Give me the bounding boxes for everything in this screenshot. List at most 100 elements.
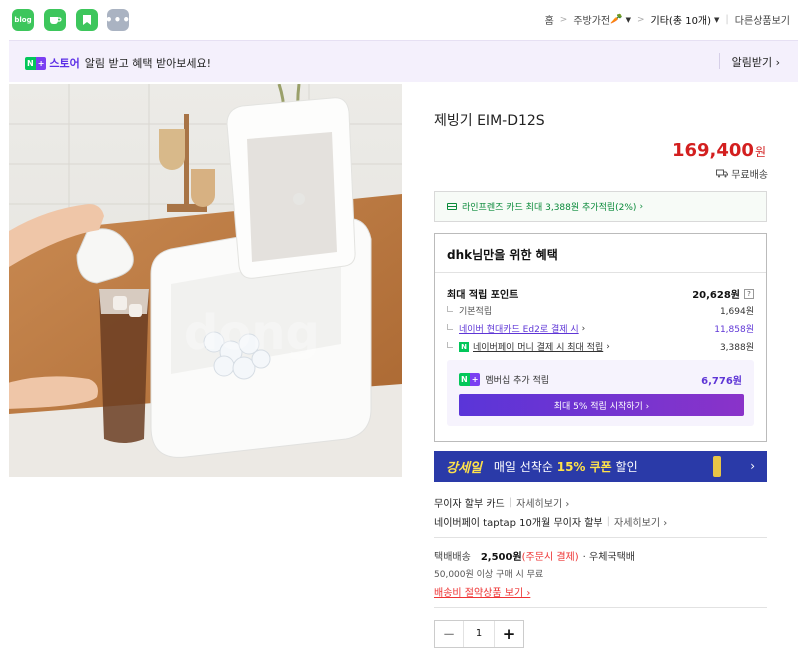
breadcrumb-count: (총 10개) (668, 16, 712, 27)
membership-panel: N + 멤버십 추가 적립 6,776원 최대 5% 적립 시작하기 › (447, 360, 754, 426)
personal-benefit-box: dhk님만을 위한 혜택 최대 적립 포인트 20,628원? 기본적립 1,6… (434, 233, 767, 442)
max-points-label: 최대 적립 포인트 (447, 290, 519, 301)
benefit-row-basic: 기본적립 1,694원 (447, 304, 754, 317)
breadcrumb-category[interactable]: 주방가전 (573, 12, 610, 27)
chevron-down-icon[interactable]: ▼ (626, 16, 631, 24)
quantity-input[interactable]: 1 (463, 621, 495, 647)
delivery-fee-note: (주문시 결제) (521, 552, 579, 563)
product-price: 169,400원 (672, 140, 766, 161)
quantity-stepper: − 1 + (434, 620, 524, 648)
chevron-right-icon: › (750, 459, 755, 473)
installment-row: 네이버페이 taptap 10개월 무이자 할부 | 자세히보기 › (434, 514, 667, 529)
installment-label: 네이버페이 taptap 10개월 무이자 할부 (434, 518, 603, 529)
shipping-saving-link[interactable]: 배송비 절약상품 보기 › (434, 584, 530, 599)
shipping-tag-label: 무료배송 (731, 170, 768, 181)
promo-logo: 강세일 (446, 461, 482, 476)
breadcrumb-home[interactable]: 홈 (545, 12, 554, 27)
free-shipping-condition: 50,000원 이상 구매 시 무료 (434, 570, 544, 580)
more-label: ••• (105, 13, 132, 27)
installment-detail-link[interactable]: 자세히보기 › (614, 514, 667, 529)
benefit-row-label[interactable]: 네이버페이 머니 결제 시 최대 적립 (473, 340, 603, 353)
npay-logo: N + (25, 56, 47, 70)
benefit-row-value: 3,388원 (719, 343, 754, 353)
max-points-value: 20,628원 (692, 290, 740, 301)
n-badge: N (25, 56, 36, 70)
help-icon[interactable]: ? (744, 288, 754, 299)
alarm-message: 알림 받고 혜택 받아보세요! (84, 57, 211, 70)
divider (434, 537, 767, 538)
promo-message: 매일 선착순 15% 쿠폰 할인 (494, 458, 638, 475)
membership-row: N + 멤버십 추가 적립 6,776원 (459, 372, 742, 387)
cup-icon (50, 17, 62, 24)
tree-branch-icon (447, 305, 453, 312)
divider: | (606, 516, 611, 527)
tree-branch-icon (447, 341, 453, 348)
product-title: 제빙기 EIM-D12S (434, 113, 545, 129)
benefit-row-card[interactable]: 네이버 현대카드 Ed2로 결제 시 › 11,858원 (447, 322, 754, 335)
promo-banner[interactable]: 강세일 매일 선착순 15% 쿠폰 할인 › (434, 451, 767, 482)
ice-maker-photo: dong (9, 84, 402, 477)
chevron-down-icon[interactable]: ▼ (714, 16, 719, 24)
top-bar: blog ••• 홈 > 주방가전 🥕 ▼ > 기타 (총 10개) ▼ | 다… (0, 0, 800, 38)
benefit-row-value: 1,694원 (719, 307, 754, 317)
benefit-row-value: 11,858원 (714, 325, 754, 335)
divider (435, 272, 766, 273)
credit-card-icon (447, 203, 457, 210)
promo-message-post: 할인 (611, 460, 638, 474)
benefit-row-label[interactable]: 네이버 현대카드 Ed2로 결제 시 (459, 322, 579, 335)
benefit-row-npay[interactable]: N 네이버페이 머니 결제 시 최대 적립 › 3,388원 (447, 340, 754, 353)
price-currency: 원 (754, 145, 766, 159)
other-products-link[interactable]: 다른상품보기 (735, 12, 790, 27)
max-points-row: 최대 적립 포인트 20,628원? (447, 286, 754, 301)
store-alarm-text: N + 스토어 알림 받고 혜택 받아보세요! (25, 55, 211, 71)
alarm-button-label: 알림받기 (731, 56, 773, 69)
card-benefit-text: 라인프렌즈 카드 최대 3,388원 추가적립(2%) (462, 203, 637, 213)
breadcrumb-subcategory[interactable]: 기타 (651, 12, 669, 27)
chevron-right-icon: › (639, 201, 644, 212)
breadcrumb-separator: > (636, 14, 645, 25)
bookmark-share-icon[interactable] (76, 9, 98, 31)
chevron-right-icon: › (775, 56, 780, 69)
carrot-icon: 🥕 (610, 14, 623, 25)
divider: | (725, 14, 729, 25)
delivery-fee: 2,500원 (480, 552, 522, 563)
plus-badge: + (35, 56, 47, 70)
promo-message-highlight: 15% 쿠폰 (556, 460, 612, 474)
promo-message-pre: 매일 선착순 (493, 460, 557, 474)
card-benefit-link[interactable]: 라인프렌즈 카드 최대 3,388원 추가적립(2%) › (434, 191, 767, 222)
n-badge: N (459, 373, 470, 386)
npay-icon: N (459, 341, 469, 352)
membership-start-button[interactable]: 최대 5% 적립 시작하기 › (459, 394, 744, 416)
svg-text:dong: dong (184, 305, 320, 361)
blog-share-icon[interactable]: blog (12, 9, 34, 31)
blog-label: blog (14, 16, 32, 24)
quantity-plus-button[interactable]: + (495, 621, 523, 647)
truck-icon (716, 169, 729, 178)
benefit-heading: dhk님만을 위한 혜택 (447, 248, 558, 262)
delivery-info: 택배배송 2,500원 (주문시 결제) · 우체국택배 (434, 548, 635, 563)
shipping-tag: 무료배송 (716, 166, 768, 181)
installment-detail-link[interactable]: 자세히보기 › (516, 495, 569, 510)
breadcrumb-separator: > (559, 14, 568, 25)
tree-branch-icon (447, 323, 453, 330)
installment-row: 무이자 할부 카드 | 자세히보기 › (434, 495, 569, 510)
plus-badge: + (469, 373, 481, 386)
alarm-subscribe-button[interactable]: 알림받기 › (732, 54, 780, 70)
divider: | (508, 497, 513, 508)
installment-label: 무이자 할부 카드 (434, 499, 505, 510)
price-value: 169,400 (671, 140, 754, 161)
delivery-label: 택배배송 (434, 552, 471, 563)
membership-label: 멤버십 추가 적립 (485, 376, 550, 386)
bookmark-icon (83, 15, 91, 25)
divider (434, 607, 767, 608)
delivery-mode: · 우체국택배 (582, 552, 635, 563)
bottle-icon (713, 456, 721, 477)
breadcrumb: 홈 > 주방가전 🥕 ▼ > 기타 (총 10개) ▼ | 다른상품보기 (545, 12, 790, 27)
quantity-minus-button[interactable]: − (435, 621, 463, 647)
cafe-share-icon[interactable] (44, 9, 66, 31)
benefit-row-label: 기본적립 (459, 307, 493, 317)
product-image[interactable]: dong (9, 84, 402, 477)
store-alarm-banner: N + 스토어 알림 받고 혜택 받아보세요! 알림받기 › (9, 40, 798, 82)
membership-value: 6,776원 (701, 376, 742, 387)
more-share-icon[interactable]: ••• (105, 9, 132, 31)
